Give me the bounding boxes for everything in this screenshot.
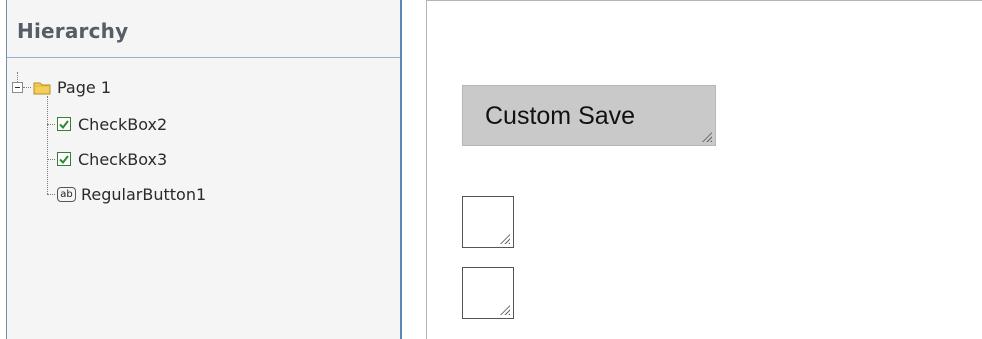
tree-node-label: RegularButton1 [81, 184, 207, 204]
tree-node-label: Page 1 [57, 77, 111, 97]
design-checkbox-1[interactable] [462, 196, 514, 248]
custom-save-button-label: Custom Save [485, 102, 636, 130]
tree-connector [47, 159, 55, 160]
tree-node-label: CheckBox3 [78, 149, 168, 169]
design-checkbox-2[interactable] [462, 267, 514, 319]
button-ab-icon: ab [57, 186, 76, 202]
tree-connector [23, 87, 31, 88]
tree-node-page-1[interactable]: Page 1 [33, 75, 111, 99]
checkbox-checked-icon [57, 152, 71, 166]
hierarchy-header: Hierarchy [7, 0, 400, 58]
tree-connector [47, 96, 48, 194]
tree-node-checkbox2[interactable]: CheckBox2 [57, 112, 167, 136]
tree-node-regularbutton1[interactable]: ab RegularButton1 [57, 182, 206, 206]
hierarchy-title: Hierarchy [17, 19, 129, 43]
tree-node-checkbox3[interactable]: CheckBox3 [57, 147, 167, 171]
tree-node-label: CheckBox2 [78, 114, 168, 134]
custom-save-button[interactable]: Custom Save [462, 85, 716, 146]
tree-connector [47, 194, 55, 195]
tree-collapse-toggle[interactable] [12, 82, 23, 93]
tree-connector [47, 124, 55, 125]
design-canvas[interactable]: Custom Save [426, 0, 982, 339]
resize-grip-icon[interactable] [500, 234, 510, 244]
hierarchy-panel: Hierarchy Page 1 CheckBox2 CheckBox3 ab … [6, 0, 402, 339]
checkbox-checked-icon [57, 117, 71, 131]
tree-connector [17, 72, 18, 82]
resize-grip-icon[interactable] [500, 305, 510, 315]
resize-grip-icon[interactable] [702, 132, 712, 142]
folder-icon [33, 82, 51, 94]
